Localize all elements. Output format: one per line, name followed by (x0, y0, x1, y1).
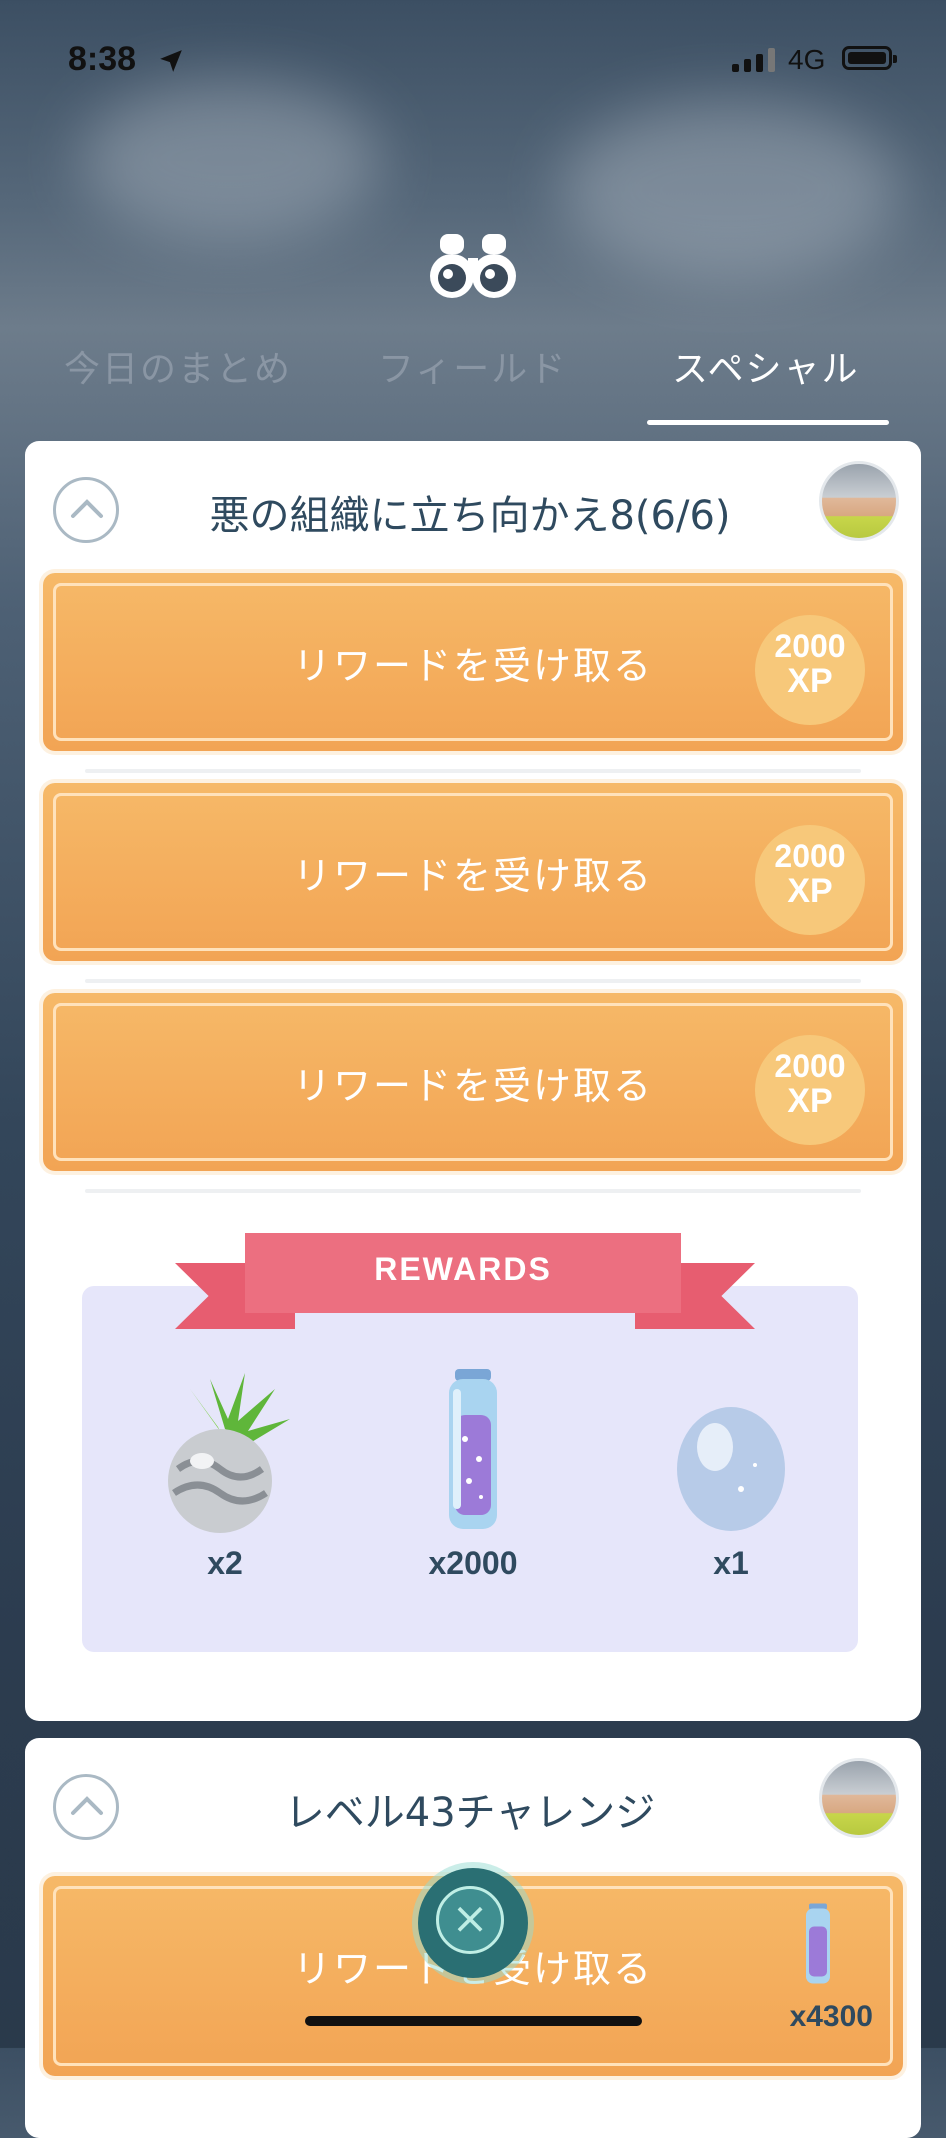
tab-field[interactable]: フィールド (378, 340, 567, 392)
xp-badge: 2000 XP (755, 1035, 865, 1145)
reward-qty: x4300 (789, 2000, 873, 2033)
reward-item: x2000 (373, 1369, 573, 1582)
active-tab-indicator (647, 420, 889, 425)
stardust-icon (806, 1903, 830, 1984)
research-tabs: 今日のまとめ フィールド スペシャル (0, 340, 946, 430)
status-bar: 8:38 4G (0, 0, 946, 120)
binoculars-icon (430, 234, 516, 298)
collapse-button[interactable] (53, 1774, 119, 1840)
location-arrow-icon (160, 50, 182, 72)
xp-badge: 2000 XP (755, 825, 865, 935)
stardust-icon (449, 1369, 497, 1529)
tab-special[interactable]: スペシャル (672, 340, 859, 392)
close-icon: × (436, 1886, 504, 1954)
claim-reward-button[interactable]: リワードを受け取る 2000 XP (43, 783, 903, 961)
claim-reward-button[interactable]: リワードを受け取る 2000 XP (43, 993, 903, 1171)
battery-icon (842, 46, 897, 70)
reward-item: x1 (631, 1369, 831, 1582)
reward-qty: x2 (207, 1545, 243, 1581)
divider (85, 979, 861, 983)
rewards-header: REWARDS (374, 1251, 552, 1287)
home-indicator[interactable] (305, 2016, 642, 2026)
tab-today[interactable]: 今日のまとめ (64, 340, 292, 392)
network-type: 4G (788, 44, 826, 75)
divider (85, 769, 861, 773)
egg-icon (677, 1407, 785, 1531)
divider (85, 1189, 861, 1193)
rewards-ribbon: REWARDS (175, 1233, 755, 1343)
close-button[interactable]: × (418, 1868, 528, 1978)
reward-qty: x1 (713, 1545, 749, 1581)
xp-badge: 2000 XP (755, 615, 865, 725)
professor-avatar (819, 1758, 899, 1838)
professor-avatar (819, 461, 899, 541)
status-time: 8:38 (68, 40, 137, 78)
collapse-button[interactable] (53, 477, 119, 543)
chevron-up-icon (71, 499, 103, 518)
research-title: レベル43チャレンジ (284, 1790, 656, 1836)
special-research-card: 悪の組織に立ち向かえ8(6/6) リワードを受け取る 2000 XP リワードを受… (25, 441, 921, 1721)
chevron-up-icon (71, 1796, 103, 1815)
signal-icon (732, 48, 775, 72)
claim-reward-button[interactable]: リワードを受け取る 2000 XP (43, 573, 903, 751)
reward-item: x2 (125, 1369, 325, 1582)
research-title: 悪の組織に立ち向かえ8(6/6) (209, 493, 731, 539)
silver-pinap-berry-icon (168, 1373, 290, 1533)
reward-qty: x2000 (428, 1545, 518, 1581)
